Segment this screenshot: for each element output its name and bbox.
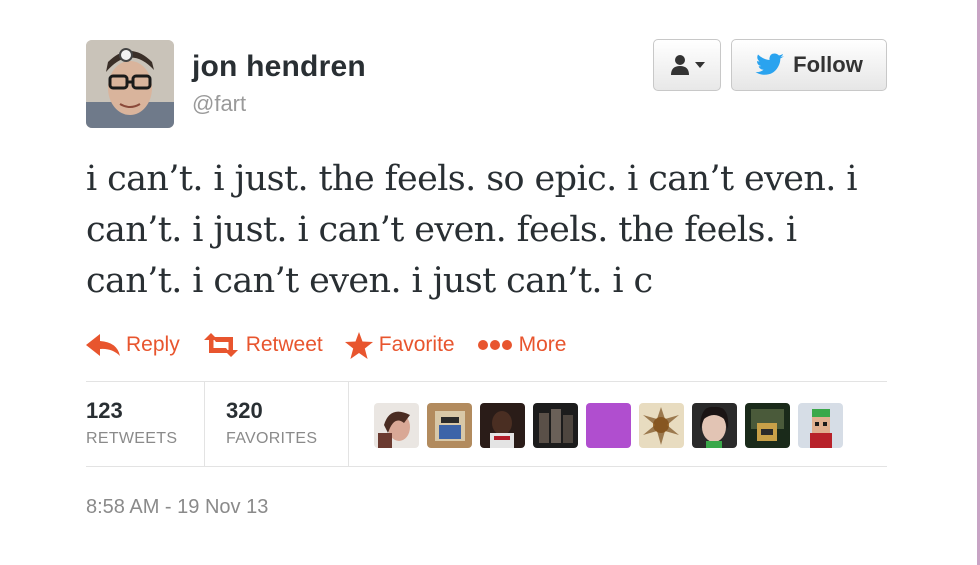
- stat-separator: [204, 382, 205, 466]
- divider: [86, 381, 887, 382]
- person-icon: [671, 55, 689, 75]
- favorited-by-avatars: [374, 403, 843, 448]
- user-avatar[interactable]: [692, 403, 737, 448]
- favorite-label: Favorite: [378, 333, 455, 356]
- favorites-label: FAVORITES: [226, 430, 318, 447]
- more-label: More: [518, 333, 567, 356]
- reply-label: Reply: [126, 333, 180, 356]
- divider: [86, 466, 887, 467]
- favorite-action[interactable]: Favorite: [344, 331, 455, 359]
- user-avatar[interactable]: [533, 403, 578, 448]
- more-dots-icon: [477, 340, 512, 350]
- tweet-timestamp[interactable]: 8:58 AM - 19 Nov 13: [86, 496, 268, 519]
- favorites-stat[interactable]: 320 FAVORITES: [226, 398, 317, 448]
- star-icon: [344, 331, 373, 359]
- stat-separator: [348, 382, 349, 466]
- retweets-stat[interactable]: 123 RETWEETS: [86, 398, 177, 448]
- retweet-icon: [203, 333, 238, 357]
- follow-label: Follow: [793, 52, 863, 77]
- reply-action[interactable]: Reply: [86, 333, 180, 357]
- author-name[interactable]: jon hendren: [192, 50, 366, 84]
- user-avatar[interactable]: [427, 403, 472, 448]
- user-avatar[interactable]: [745, 403, 790, 448]
- user-avatar[interactable]: [374, 403, 419, 448]
- more-action[interactable]: More: [477, 333, 567, 357]
- user-avatar[interactable]: [798, 403, 843, 448]
- retweet-label: Retweet: [245, 333, 323, 356]
- reply-arrow-icon: [86, 334, 120, 356]
- user-avatar[interactable]: [639, 403, 684, 448]
- follow-button[interactable]: Follow: [731, 39, 887, 91]
- retweets-label: RETWEETS: [86, 430, 178, 447]
- retweet-action[interactable]: Retweet: [202, 333, 323, 357]
- caret-down-icon: [695, 62, 705, 68]
- user-avatar[interactable]: [586, 403, 631, 448]
- author-handle[interactable]: @fart: [192, 91, 246, 117]
- author-avatar[interactable]: [86, 40, 174, 128]
- tweet-actions: Reply Retweet Favorite More: [86, 329, 588, 361]
- favorites-count: 320: [226, 398, 263, 423]
- user-avatar[interactable]: [480, 403, 525, 448]
- retweets-count: 123: [86, 398, 123, 423]
- tweet-text: i can’t. i just. the feels. so epic. i c…: [86, 159, 858, 301]
- user-actions-button[interactable]: [653, 39, 721, 91]
- twitter-bird-icon: [755, 53, 785, 75]
